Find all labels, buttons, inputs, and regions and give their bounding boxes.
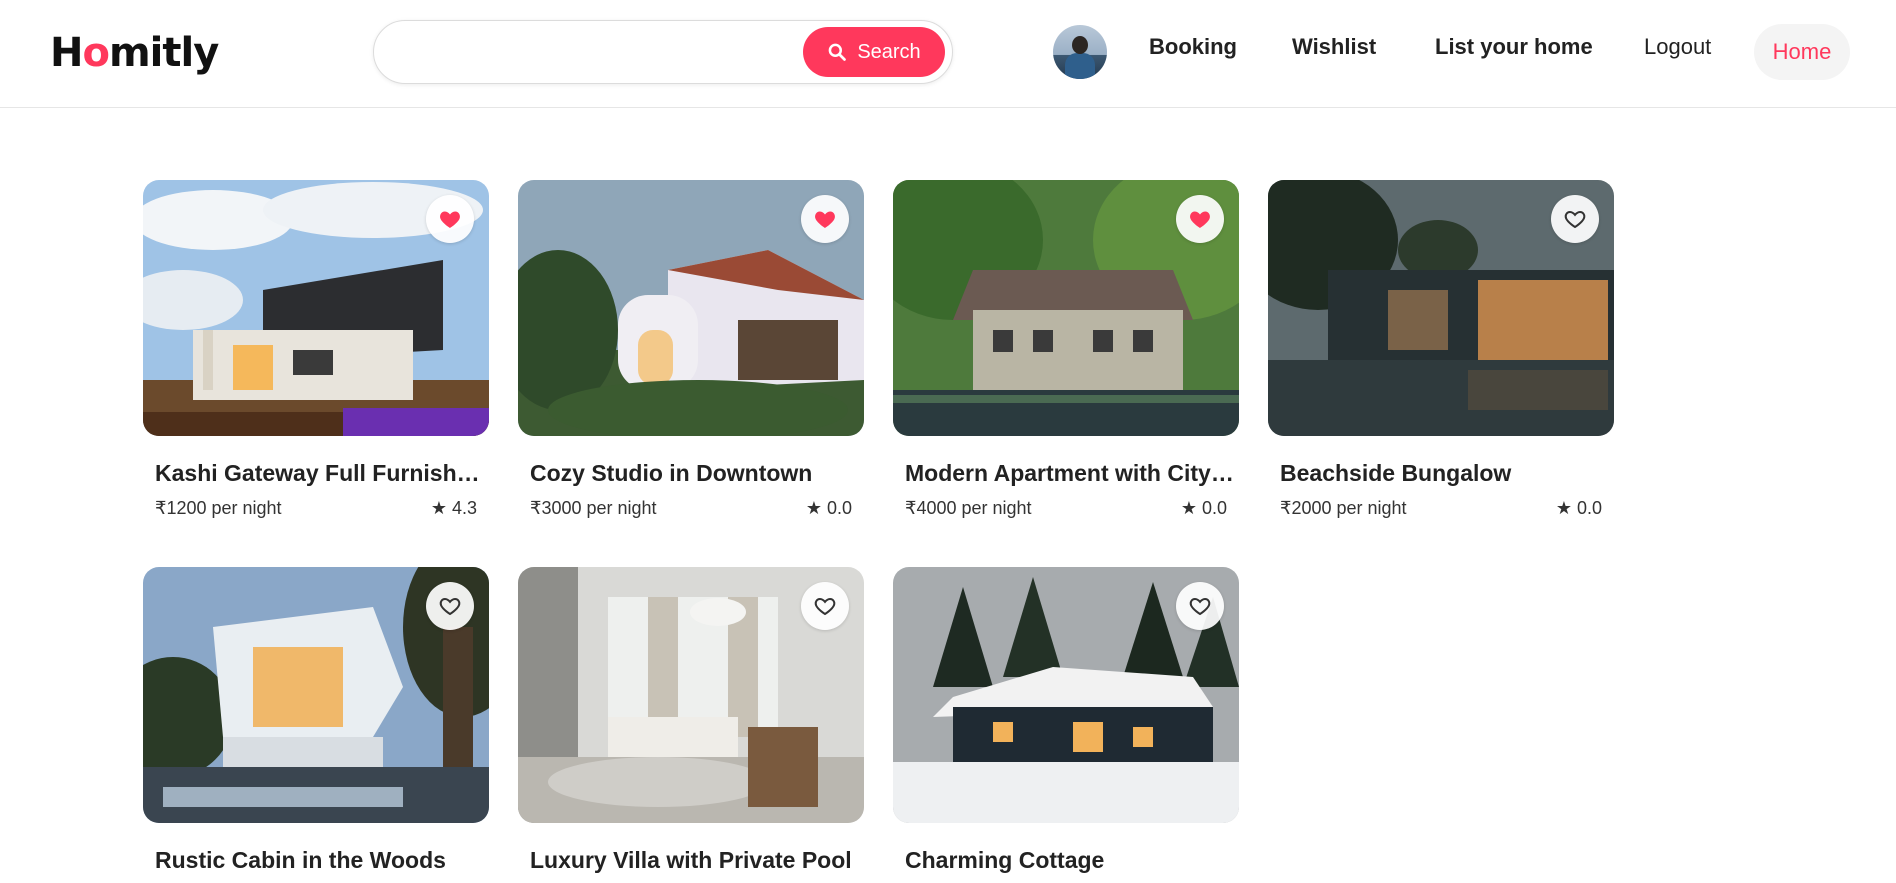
listing-price: ₹3000 per night: [530, 498, 657, 518]
heart-filled-icon: [1190, 211, 1210, 228]
nav-list-your-home[interactable]: List your home: [1435, 34, 1593, 60]
search-input[interactable]: [398, 35, 798, 69]
listing-title[interactable]: Kashi Gateway Full Furnished Villa: [155, 460, 485, 487]
heart-filled-icon: [440, 211, 460, 228]
wishlist-button[interactable]: [801, 195, 849, 243]
search-icon: [828, 43, 847, 61]
listing-card[interactable]: Kashi Gateway Full Furnished Villa ₹1200…: [143, 180, 489, 518]
listing-rating: ★ 0.0: [1180, 498, 1227, 518]
search-button[interactable]: Search: [803, 27, 945, 77]
listing-rating: ★ 0.0: [1555, 498, 1602, 518]
heart-outline-icon: [1189, 597, 1211, 616]
listing-card[interactable]: Luxury Villa with Private Pool: [518, 567, 864, 873]
listing-title[interactable]: Rustic Cabin in the Woods: [155, 847, 485, 874]
heart-outline-icon: [1564, 210, 1586, 229]
listing-image[interactable]: [518, 567, 864, 823]
wishlist-button[interactable]: [801, 582, 849, 630]
wishlist-button[interactable]: [426, 582, 474, 630]
listing-title[interactable]: Beachside Bungalow: [1280, 460, 1610, 487]
heart-filled-icon: [815, 211, 835, 228]
listing-rating: ★ 4.3: [430, 498, 477, 518]
user-avatar[interactable]: [1053, 25, 1107, 79]
listing-card[interactable]: Beachside Bungalow ₹2000 per night ★ 0.0: [1268, 180, 1614, 518]
nav-home[interactable]: Home: [1754, 24, 1850, 80]
top-header: Homitly Search Booking Wishlist List you…: [0, 0, 1896, 108]
listing-title[interactable]: Cozy Studio in Downtown: [530, 460, 860, 487]
nav-logout[interactable]: Logout: [1644, 34, 1711, 60]
brand-logo[interactable]: Homitly: [50, 30, 219, 76]
listing-title[interactable]: Charming Cottage: [905, 847, 1235, 874]
listing-image[interactable]: [893, 180, 1239, 436]
search-button-label: Search: [857, 40, 921, 63]
listing-image[interactable]: [893, 567, 1239, 823]
listing-card[interactable]: Charming Cottage: [893, 567, 1239, 873]
listing-price: ₹2000 per night: [1280, 498, 1407, 518]
listing-card[interactable]: Rustic Cabin in the Woods: [143, 567, 489, 873]
listing-title[interactable]: Luxury Villa with Private Pool: [530, 847, 860, 874]
listing-image[interactable]: [143, 180, 489, 436]
listing-card[interactable]: Modern Apartment with City View ₹4000 pe…: [893, 180, 1239, 518]
nav-wishlist[interactable]: Wishlist: [1292, 34, 1376, 60]
listing-image[interactable]: [1268, 180, 1614, 436]
listing-rating: ★ 0.0: [805, 498, 852, 518]
heart-outline-icon: [439, 597, 461, 616]
wishlist-button[interactable]: [1551, 195, 1599, 243]
heart-outline-icon: [814, 597, 836, 616]
wishlist-button[interactable]: [1176, 582, 1224, 630]
listing-price: ₹4000 per night: [905, 498, 1032, 518]
nav-booking[interactable]: Booking: [1149, 34, 1237, 60]
logo-prefix: H: [50, 30, 83, 76]
listing-price: ₹1200 per night: [155, 498, 282, 518]
logo-accent: o: [82, 30, 110, 76]
search-bar: Search: [373, 20, 953, 84]
listing-title[interactable]: Modern Apartment with City View: [905, 460, 1235, 487]
listing-image[interactable]: [518, 180, 864, 436]
logo-suffix: mitly: [108, 30, 219, 76]
listing-card[interactable]: Cozy Studio in Downtown ₹3000 per night …: [518, 180, 864, 518]
wishlist-button[interactable]: [1176, 195, 1224, 243]
listing-image[interactable]: [143, 567, 489, 823]
wishlist-button[interactable]: [426, 195, 474, 243]
